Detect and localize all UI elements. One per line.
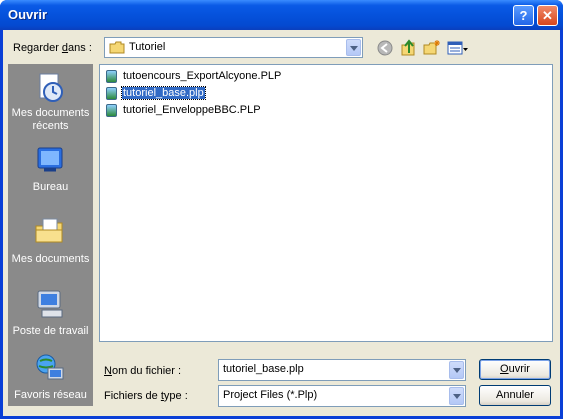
filetype-label: Fichiers de type : — [104, 390, 188, 402]
place-label: Poste de travail — [12, 325, 89, 337]
dialog-body: Regarder dans : Tutoriel Mes documents r… — [3, 30, 560, 416]
cancel-button[interactable]: Annuler — [479, 385, 551, 406]
filename-value: tutoriel_base.plp — [223, 363, 304, 375]
file-name: tutoriel_base.plp — [121, 86, 206, 100]
plp-file-icon — [106, 70, 117, 83]
place-network[interactable]: Favoris réseau — [8, 350, 93, 414]
place-desktop[interactable]: Bureau — [8, 142, 93, 206]
look-in-label: Regarder dans : — [13, 42, 92, 54]
plp-file-icon — [106, 87, 117, 100]
filename-label: Nom du fichier : — [104, 365, 182, 377]
my-computer-icon — [37, 290, 63, 318]
look-in-combo[interactable]: Tutoriel — [104, 37, 363, 58]
network-places-icon — [36, 354, 64, 380]
up-folder-icon[interactable] — [400, 39, 418, 57]
file-name: tutoriel_EnveloppeBBC.PLP — [123, 104, 261, 116]
places-bar: Mes documents récents Bureau Mes documen… — [8, 64, 93, 406]
dialog-title: Ouvrir — [8, 7, 48, 22]
place-label: Bureau — [32, 181, 69, 193]
folder-icon — [109, 41, 125, 54]
place-label: Mes documents récents — [11, 107, 90, 132]
help-button[interactable]: ? — [513, 5, 534, 26]
views-menu-icon[interactable] — [447, 39, 469, 57]
recent-documents-icon — [39, 73, 63, 102]
file-name: tutoencours_ExportAlcyone.PLP — [123, 70, 282, 82]
place-my-documents[interactable]: Mes documents — [8, 214, 93, 278]
close-button[interactable]: ✕ — [537, 5, 558, 26]
place-my-computer[interactable]: Poste de travail — [8, 286, 93, 350]
desktop-icon — [37, 147, 63, 172]
filetype-value: Project Files (*.Plp) — [223, 389, 318, 401]
my-documents-icon — [35, 218, 63, 243]
place-label: Mes documents — [11, 253, 90, 265]
open-dialog: Ouvrir ? ✕ Regarder dans : Tutoriel Mes … — [0, 0, 563, 419]
place-recent-documents[interactable]: Mes documents récents — [8, 70, 93, 134]
place-label: Favoris réseau — [14, 389, 87, 401]
look-in-dropdown-button[interactable] — [346, 39, 361, 56]
filename-dropdown-button[interactable] — [449, 361, 464, 379]
filetype-select[interactable]: Project Files (*.Plp) — [218, 385, 466, 407]
filetype-dropdown-button[interactable] — [449, 387, 464, 405]
filename-input[interactable]: tutoriel_base.plp — [218, 359, 466, 381]
new-folder-icon[interactable] — [423, 39, 441, 57]
back-icon[interactable] — [376, 39, 394, 57]
title-bar[interactable]: Ouvrir ? ✕ — [0, 0, 563, 30]
plp-file-icon — [106, 104, 117, 117]
file-list[interactable]: tutoencours_ExportAlcyone.PLP tutoriel_b… — [99, 64, 553, 342]
open-button[interactable]: Ouvrir — [479, 359, 551, 380]
look-in-value: Tutoriel — [129, 41, 166, 53]
